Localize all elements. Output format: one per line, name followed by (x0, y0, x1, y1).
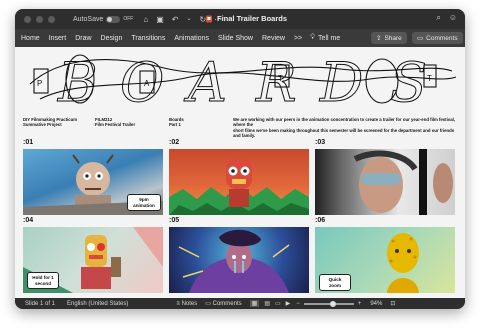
zoom-in-button[interactable]: + (358, 301, 362, 307)
home-icon[interactable]: ⌂ (143, 15, 148, 24)
panel-5-artwork (178, 229, 290, 293)
tab-insert[interactable]: Insert (49, 35, 67, 42)
document-title-text: Final Trailer Boards (217, 14, 288, 23)
comments-status-button[interactable]: ▭ Comments (205, 300, 241, 307)
zoom-window-button[interactable] (48, 15, 55, 23)
svg-text:T: T (427, 74, 432, 83)
comments-status-label: Comments (212, 301, 242, 307)
info-description-line-1: We are working with our peers in the ani… (233, 117, 455, 128)
share-button[interactable]: ⇪ Share (371, 32, 407, 44)
document-title: Final Trailer Boards (205, 14, 287, 23)
comment-icon: ▭ (417, 35, 424, 42)
ribbon-overflow-button[interactable]: >> (294, 35, 302, 42)
normal-view-button[interactable]: ▦ (249, 300, 260, 307)
panel-4-note: Hold for 1 second (27, 272, 59, 289)
window-controls (24, 15, 55, 23)
comments-status-icon: ▭ (205, 301, 211, 307)
storyboard-panel-3[interactable] (315, 149, 455, 215)
status-bar: Slide 1 of 1 English (United States) ≡ N… (15, 298, 465, 309)
storyboard-panel-1[interactable]: 9pm animation (23, 149, 163, 215)
title-letter-s: S (390, 51, 427, 111)
storyboard-panel-5[interactable] (169, 227, 309, 293)
info-course: DIY Filmmaking Practicum Summative Proje… (23, 117, 77, 128)
share-icon: ⇪ (376, 35, 382, 42)
tab-slide-show[interactable]: Slide Show (218, 35, 253, 42)
panel-number-3: :03 (315, 139, 326, 146)
tab-design[interactable]: Design (101, 35, 123, 42)
slide-sorter-button[interactable]: ▤ (264, 300, 270, 307)
comments-button[interactable]: ▭ Comments (412, 32, 463, 44)
zoom-level[interactable]: 94% (370, 301, 382, 307)
info-course-line-2: Summative Project (23, 122, 62, 128)
title-letter-r: R (255, 51, 297, 111)
panel-number-4: :04 (23, 217, 34, 224)
zoom-slider-thumb[interactable] (329, 300, 336, 307)
info-boards: Boards Part 1 (169, 117, 184, 128)
title-letter-a: A (183, 51, 227, 111)
lightbulb-icon: 💡︎ (310, 34, 316, 41)
svg-text:P: P (37, 79, 42, 88)
autosave-toggle[interactable] (106, 15, 121, 23)
notes-icon: ≡ (176, 300, 180, 307)
account-icon[interactable]: ☺ (449, 13, 457, 23)
title-bar-right: ⌕ ☺ (436, 13, 457, 23)
panel-1-note: 9pm animation (127, 194, 161, 211)
slide-title-lettering: B O A R D S P AT T (29, 51, 457, 111)
panel-6-note: Quick zoom (319, 274, 351, 291)
tab-draw[interactable]: Draw (75, 35, 91, 42)
tell-me-label: Tell me (318, 34, 341, 42)
share-label: Share (384, 34, 402, 42)
zoom-out-button[interactable]: − (296, 301, 300, 307)
info-code-line-2: Film Festival Trailer (95, 122, 136, 128)
tab-transitions[interactable]: Transitions (131, 35, 165, 42)
zoom-slider[interactable] (303, 300, 354, 307)
panel-2-artwork (169, 159, 309, 215)
notes-label: Notes (181, 300, 198, 307)
tab-animations[interactable]: Animations (174, 35, 209, 42)
info-description-line-2: short films we've been making throughout… (233, 127, 455, 139)
panel-3-artwork (353, 149, 453, 215)
svg-text:T: T (278, 74, 283, 83)
storyboard-panel-2[interactable] (169, 149, 309, 215)
ribbon-tabs: Home Insert Draw Design Transitions Anim… (15, 29, 465, 47)
minimize-window-button[interactable] (36, 15, 43, 23)
search-icon[interactable]: ⌕ (436, 13, 440, 23)
title-letter-o: O (120, 51, 164, 111)
panel-number-5: :05 (169, 217, 180, 224)
reading-view-button[interactable]: ▭ (275, 300, 281, 307)
chevron-down-icon[interactable]: ⌄ (186, 15, 191, 24)
title-bar: AutoSave OFF ⌂ ▣ ↶ ⌄ ↻ ··· Final Trailer… (15, 9, 465, 29)
save-icon[interactable]: ▣ (156, 15, 164, 24)
powerpoint-window: AutoSave OFF ⌂ ▣ ↶ ⌄ ↻ ··· Final Trailer… (15, 9, 465, 309)
slide-canvas[interactable]: B O A R D S P A T T DIY Filmmaking Practicu… (15, 47, 465, 298)
notes-button[interactable]: ≡ Notes (176, 301, 197, 307)
title-letter-b: B (57, 51, 98, 111)
title-letter-d: D (319, 51, 363, 111)
slideshow-button[interactable]: ▶ (286, 300, 291, 307)
autosave-control[interactable]: AutoSave OFF (73, 15, 134, 23)
storyboard-panel-6[interactable]: Quick zoom (315, 227, 455, 293)
language-status[interactable]: English (United States) (67, 301, 128, 307)
info-description: We are working with our peers in the ani… (233, 117, 459, 138)
tab-home[interactable]: Home (21, 35, 40, 42)
info-boards-line-2: Part 1 (169, 122, 181, 128)
tell-me-search[interactable]: 💡︎ Tell me (310, 34, 340, 42)
close-window-button[interactable] (24, 15, 31, 23)
autosave-state: OFF (123, 16, 134, 22)
info-code: FILM212 Film Festival Trailer (95, 117, 135, 128)
slide-count: Slide 1 of 1 (25, 300, 56, 307)
panel-number-1: :01 (23, 139, 34, 146)
powerpoint-file-icon (206, 15, 212, 22)
panel-number-6: :06 (315, 217, 326, 224)
autosave-label: AutoSave (73, 15, 104, 23)
tab-review[interactable]: Review (262, 35, 285, 42)
fit-to-window-icon[interactable]: ⊡ (390, 300, 395, 307)
panel-number-2: :02 (169, 139, 180, 146)
comments-label: Comments (426, 34, 458, 42)
undo-icon[interactable]: ↶ (172, 15, 179, 24)
svg-text:A: A (144, 79, 150, 88)
storyboard-panel-4[interactable]: Hold for 1 second (23, 227, 163, 293)
